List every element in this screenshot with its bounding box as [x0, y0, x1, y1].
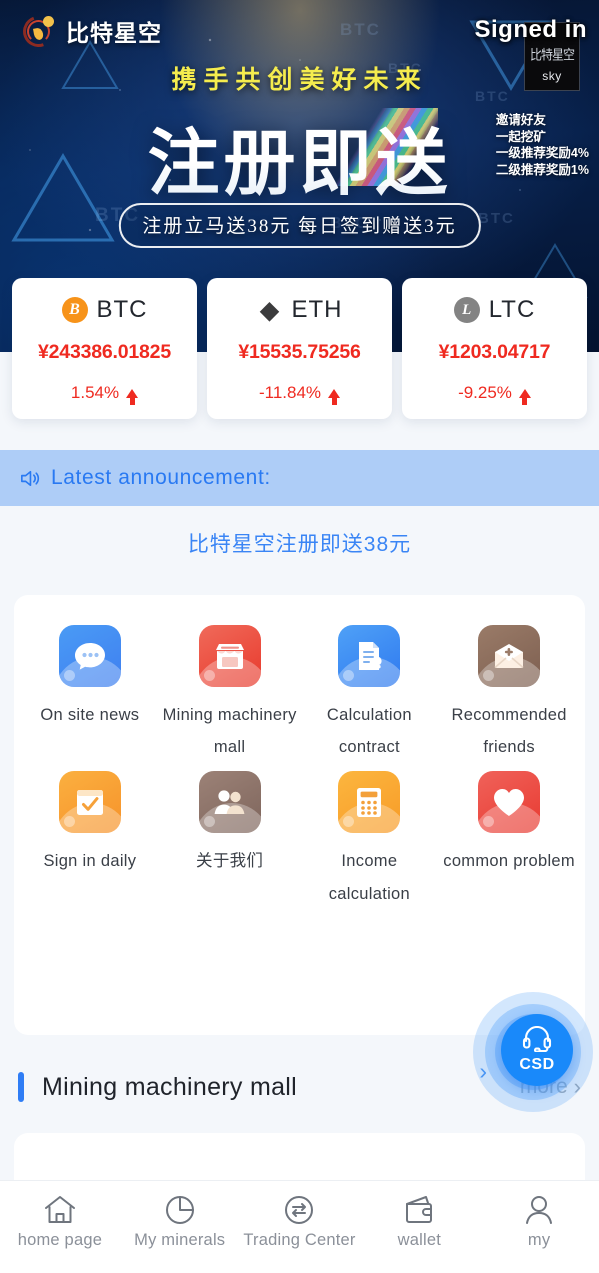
coin-change-value: -11.84% [258, 383, 322, 402]
coin-price: ¥15535.75256 [238, 341, 361, 363]
store-icon [198, 625, 261, 687]
brand-name: 比特星空 [66, 20, 162, 46]
speaker-icon [18, 467, 41, 490]
menu-item-label: 关于我们 [196, 852, 264, 871]
coin-change-value: 1.54% [70, 383, 120, 402]
coin-symbol: BTC [96, 296, 148, 323]
tab-trading-center[interactable]: Trading Center [240, 1181, 360, 1273]
invite-line: 邀请好友 [495, 113, 546, 127]
invite-reward-block: 邀请好友 一起挖矿 一级推荐奖励4% 二级推荐奖励1% [496, 112, 589, 178]
announcement-content: 比特星空注册即送38元 [187, 533, 412, 556]
users-icon [198, 771, 261, 834]
crypto-price-row: B BTC ¥243386.01825 1.54% ◆ ETH ¥15535.7… [0, 278, 599, 419]
headset-icon [522, 1026, 552, 1057]
invite-line: 二级推荐奖励1% [495, 162, 589, 177]
banner-subtitle: 携手共创美好未来 [171, 67, 428, 94]
csd-label: CSD [519, 1056, 555, 1073]
coin-symbol: ETH [291, 296, 343, 323]
calculator-icon [338, 771, 401, 834]
section-title: Mining machinery mall [42, 1072, 297, 1101]
ethereum-icon: ◆ [260, 296, 279, 324]
tab-label: my [527, 1231, 551, 1249]
price-card-eth[interactable]: ◆ ETH ¥15535.75256 -11.84% [207, 278, 392, 419]
exchange-icon [283, 1192, 315, 1228]
arrow-up-icon [126, 388, 139, 405]
section-accent-bar [18, 1072, 24, 1102]
menu-item-income-calculation[interactable]: Income calculation [300, 771, 440, 909]
contract-icon [338, 625, 401, 687]
announcement-bar[interactable]: Latest announcement: [0, 450, 599, 506]
banner-promo-pill: 注册立马送38元 每日签到赠送3元 [118, 203, 481, 248]
heart-icon [478, 771, 541, 834]
coin-change-value: -9.25% [458, 383, 512, 402]
app-screen: BTC BTC BTC BTC BTC BTC BTC 比特星空 比特星空 sk… [0, 0, 599, 1273]
tab-my[interactable]: my [479, 1181, 599, 1273]
tab-label: home page [17, 1231, 103, 1249]
wallet-icon [403, 1192, 435, 1228]
sky-logo-cn: 比特星空 [529, 47, 575, 64]
quick-menu-grid: On site news Mining machinery mall Calcu… [14, 595, 585, 910]
pie-chart-icon [164, 1192, 196, 1228]
menu-item-common-problem[interactable]: common problem [439, 771, 579, 909]
coin-change: -9.25% [408, 383, 581, 405]
home-icon [43, 1192, 77, 1228]
quick-menu-card: On site news Mining machinery mall Calcu… [14, 595, 585, 1035]
app-logo-icon [17, 10, 60, 52]
tab-my-minerals[interactable]: My minerals [120, 1181, 240, 1273]
csd-button[interactable]: CSD [501, 1014, 573, 1086]
tab-label: My minerals [134, 1231, 226, 1249]
coin-change: 1.54% [18, 383, 191, 405]
menu-item-label: Calculation contract [326, 706, 412, 757]
announcement-content-row[interactable]: 比特星空注册即送38元 [0, 506, 599, 584]
price-card-header: ◆ ETH [213, 296, 386, 324]
menu-item-about-us[interactable]: 关于我们 [160, 771, 300, 909]
price-card-header: L LTC [408, 296, 581, 324]
price-card-header: B BTC [18, 296, 191, 324]
announcement-label: Latest announcement: [51, 466, 271, 489]
brand-header: 比特星空 [17, 10, 162, 52]
btc-watermark: BTC [478, 210, 515, 227]
menu-item-mining-machinery-mall[interactable]: Mining machinery mall [160, 625, 300, 763]
chat-bubble-icon [58, 625, 121, 687]
litecoin-icon: L [453, 297, 480, 323]
invite-line: 一起挖矿 [495, 129, 546, 144]
bitcoin-icon: B [61, 297, 88, 323]
coin-price: ¥1203.04717 [438, 341, 551, 363]
coin-symbol: LTC [488, 296, 536, 323]
arrow-up-icon [328, 388, 341, 405]
bottom-tabbar: home page My minerals Trading Center wal… [0, 1180, 599, 1273]
menu-item-on-site-news[interactable]: On site news [20, 625, 160, 763]
btc-watermark: BTC [340, 20, 381, 39]
menu-item-calculation-contract[interactable]: Calculation contract [300, 625, 440, 763]
banner-title: 注册即送 [147, 104, 451, 209]
menu-item-recommended-friends[interactable]: Recommended friends [439, 625, 579, 763]
signed-in-label[interactable]: Signed in [475, 16, 588, 44]
menu-item-label: On site news [40, 706, 140, 724]
price-card-ltc[interactable]: L LTC ¥1203.04717 -9.25% [402, 278, 587, 419]
menu-item-sign-in-daily[interactable]: Sign in daily [20, 771, 160, 909]
menu-item-label: Sign in daily [43, 852, 137, 871]
user-icon [523, 1192, 555, 1228]
coin-change: -11.84% [213, 383, 386, 405]
menu-item-label: Income calculation [328, 852, 410, 903]
tab-home-page[interactable]: home page [0, 1181, 120, 1273]
tab-wallet[interactable]: wallet [359, 1181, 479, 1273]
sky-logo-en: sky [542, 69, 562, 83]
menu-item-label: Recommended friends [451, 706, 567, 757]
invite-line: 一级推荐奖励4% [495, 146, 589, 160]
arrow-up-icon [518, 388, 531, 405]
calendar-check-icon [58, 771, 121, 834]
coin-price: ¥243386.01825 [38, 341, 171, 363]
menu-item-label: Mining machinery mall [162, 706, 297, 757]
customer-service-float[interactable]: CSD [473, 992, 593, 1112]
menu-item-label: common problem [443, 852, 575, 871]
price-card-btc[interactable]: B BTC ¥243386.01825 1.54% [12, 278, 197, 419]
invite-mail-icon [478, 625, 541, 687]
tab-label: wallet [397, 1231, 441, 1249]
tab-label: Trading Center [243, 1231, 356, 1249]
